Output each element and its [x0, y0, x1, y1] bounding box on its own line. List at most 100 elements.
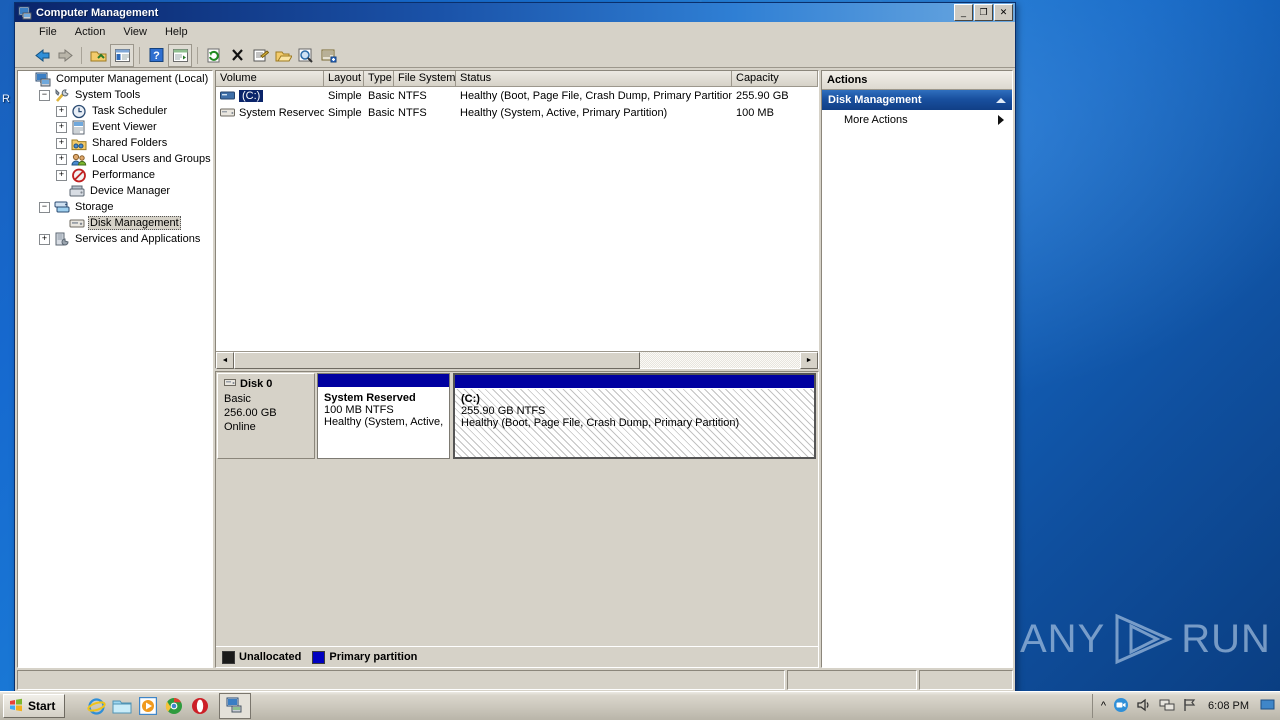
- tree-expander-plus[interactable]: +: [39, 233, 50, 245]
- tree-expander-minus[interactable]: −: [39, 201, 50, 213]
- tree-item-storage[interactable]: − Storage: [18, 199, 212, 215]
- tree-item-system-tools[interactable]: − System Tools: [18, 87, 212, 103]
- legend-swatch-primary: [312, 650, 326, 664]
- actions-pane[interactable]: Actions Disk Management More Actions: [821, 70, 1013, 668]
- chevron-up-icon[interactable]: [996, 97, 1006, 103]
- volume-row[interactable]: (C:) Simple Basic NTFS Healthy (Boot, Page F…: [216, 87, 818, 104]
- volume-column-header-volume[interactable]: Volume: [216, 71, 324, 87]
- window-titlebar[interactable]: Computer Management _ ❐ ✕: [15, 3, 1015, 22]
- volume-column-header-layout[interactable]: Layout: [324, 71, 364, 87]
- disk-header[interactable]: Disk 0 Basic 256.00 GB Online: [217, 373, 315, 459]
- volume-column-header-file-system[interactable]: File System: [394, 71, 456, 87]
- hscroll-right-button[interactable]: ►: [800, 352, 818, 369]
- tree-item-shared-folders[interactable]: + Shared Folders: [18, 135, 212, 151]
- flag-action-center-icon[interactable]: [1182, 698, 1197, 715]
- tree-item-computer-management-local[interactable]: Computer Management (Local): [18, 71, 212, 87]
- maximize-button[interactable]: ❐: [974, 4, 993, 21]
- menu-help[interactable]: Help: [157, 24, 196, 40]
- computer-management-task[interactable]: [219, 693, 252, 719]
- volume-icon[interactable]: [1136, 698, 1152, 715]
- tree-expander-plus[interactable]: +: [56, 137, 67, 149]
- menu-action[interactable]: Action: [67, 24, 114, 40]
- tree-expander-plus[interactable]: +: [56, 153, 67, 165]
- partition-capacity-bar: [318, 374, 449, 388]
- hscroll-left-button[interactable]: ◄: [216, 352, 234, 369]
- show-desktop-icon[interactable]: [1260, 698, 1276, 715]
- volume-list[interactable]: Volume Layout Type File System Status Capacit…: [215, 70, 819, 369]
- toolbar[interactable]: ?: [15, 43, 1015, 68]
- disk-graphical-canvas[interactable]: Disk 0 Basic 256.00 GB Online System Res…: [216, 372, 818, 646]
- volume-list-rows[interactable]: (C:) Simple Basic NTFS Healthy (Boot, Page F…: [216, 87, 818, 351]
- menu-file[interactable]: File: [31, 24, 65, 40]
- back-icon[interactable]: [31, 45, 53, 66]
- tree-expander-minus[interactable]: −: [39, 89, 50, 101]
- windows-explorer-icon[interactable]: [109, 694, 135, 718]
- rescan-disks-icon[interactable]: [295, 45, 317, 66]
- menu-view[interactable]: View: [115, 24, 155, 40]
- disk-graphical-view[interactable]: Disk 0 Basic 256.00 GB Online System Res…: [215, 371, 819, 668]
- device-manager-icon: [69, 184, 85, 199]
- forward-icon[interactable]: [54, 45, 76, 66]
- properties-icon[interactable]: [249, 45, 271, 66]
- close-button[interactable]: ✕: [994, 4, 1013, 21]
- help-icon[interactable]: ?: [145, 45, 167, 66]
- chevron-up-icon[interactable]: ^: [1101, 700, 1106, 712]
- tree-expander-plus[interactable]: +: [56, 169, 67, 181]
- partition-status: Healthy (System, Active,: [324, 416, 444, 428]
- partition-status: Healthy (Boot, Page File, Crash Dump, Pr…: [461, 417, 740, 429]
- storage-icon: [54, 200, 70, 215]
- chrome-icon[interactable]: [161, 694, 187, 718]
- console-tree[interactable]: Computer Management (Local) − System Tools…: [17, 70, 213, 668]
- tree-expander-plus[interactable]: +: [56, 121, 67, 133]
- clock-icon: [71, 104, 87, 119]
- actions-pane-header: Actions: [822, 71, 1012, 90]
- show-hide-action-pane-icon[interactable]: [168, 43, 192, 67]
- start-button[interactable]: Start: [3, 694, 66, 718]
- open-icon[interactable]: [272, 45, 294, 66]
- volume-cell-status: Healthy (System, Active, Primary Partiti…: [460, 106, 668, 119]
- volume-cell-file-system: NTFS: [398, 106, 427, 119]
- volume-name: System Reserved: [239, 106, 324, 119]
- tree-item-services-and-applications[interactable]: + Services and Applications: [18, 231, 212, 247]
- tree-expander-plus[interactable]: +: [56, 105, 67, 117]
- partition-block[interactable]: (C:) 255.90 GB NTFS Healthy (Boot, Page Fi…: [453, 373, 816, 459]
- actions-item-more-actions[interactable]: More Actions: [822, 110, 1012, 130]
- tree-item-task-scheduler[interactable]: + Task Scheduler: [18, 103, 212, 119]
- hscroll-track[interactable]: [640, 352, 800, 368]
- refresh-icon[interactable]: [203, 45, 225, 66]
- volume-column-header-capacity[interactable]: Capacity: [732, 71, 818, 87]
- legend-label-unallocated: Unallocated: [239, 651, 302, 663]
- up-folder-icon[interactable]: [87, 45, 109, 66]
- camera-icon[interactable]: [1113, 697, 1129, 716]
- partition-info: (C:) 255.90 GB NTFS Healthy (Boot, Page Fi…: [455, 389, 814, 457]
- volume-column-header-status[interactable]: Status: [456, 71, 732, 87]
- show-hide-tree-icon[interactable]: [110, 43, 134, 67]
- tree-item-performance[interactable]: + Performance: [18, 167, 212, 183]
- opera-icon[interactable]: [187, 694, 213, 718]
- computer-management-window[interactable]: Computer Management _ ❐ ✕ File Action Vi…: [14, 2, 1016, 693]
- hscroll-thumb[interactable]: [234, 352, 640, 369]
- clock[interactable]: 6:08 PM: [1204, 700, 1253, 712]
- volume-row[interactable]: System Reserved Simple Basic NTFS Healthy (S…: [216, 104, 818, 121]
- volume-list-header[interactable]: Volume Layout Type File System Status Capacit…: [216, 71, 818, 87]
- partition-block[interactable]: System Reserved 100 MB NTFS Healthy (Syste…: [317, 373, 450, 459]
- disk-row[interactable]: Disk 0 Basic 256.00 GB Online System Res…: [217, 373, 816, 459]
- tree-item-local-users-and-groups[interactable]: + Local Users and Groups: [18, 151, 212, 167]
- media-player-icon[interactable]: [135, 694, 161, 718]
- menubar[interactable]: File Action View Help: [15, 22, 1015, 43]
- tree-item-device-manager[interactable]: Device Manager: [18, 183, 212, 199]
- partition-strip[interactable]: System Reserved 100 MB NTFS Healthy (Syste…: [315, 373, 816, 459]
- system-tray[interactable]: ^ 6:08 PM: [1091, 694, 1280, 718]
- internet-explorer-icon[interactable]: [83, 694, 109, 718]
- partition-size-fs: 255.90 GB NTFS: [461, 405, 546, 417]
- all-tasks-icon[interactable]: [318, 45, 340, 66]
- tree-item-disk-management[interactable]: Disk Management: [18, 215, 212, 231]
- actions-group-disk-management[interactable]: Disk Management: [822, 90, 1012, 110]
- taskbar[interactable]: Start ^ 6:08 PM: [0, 691, 1280, 720]
- volume-list-hscrollbar[interactable]: ◄ ►: [216, 351, 818, 369]
- delete-icon[interactable]: [226, 45, 248, 66]
- volume-column-header-type[interactable]: Type: [364, 71, 394, 87]
- tree-item-event-viewer[interactable]: + Event Viewer: [18, 119, 212, 135]
- network-icon[interactable]: [1159, 698, 1175, 715]
- minimize-button[interactable]: _: [954, 4, 973, 21]
